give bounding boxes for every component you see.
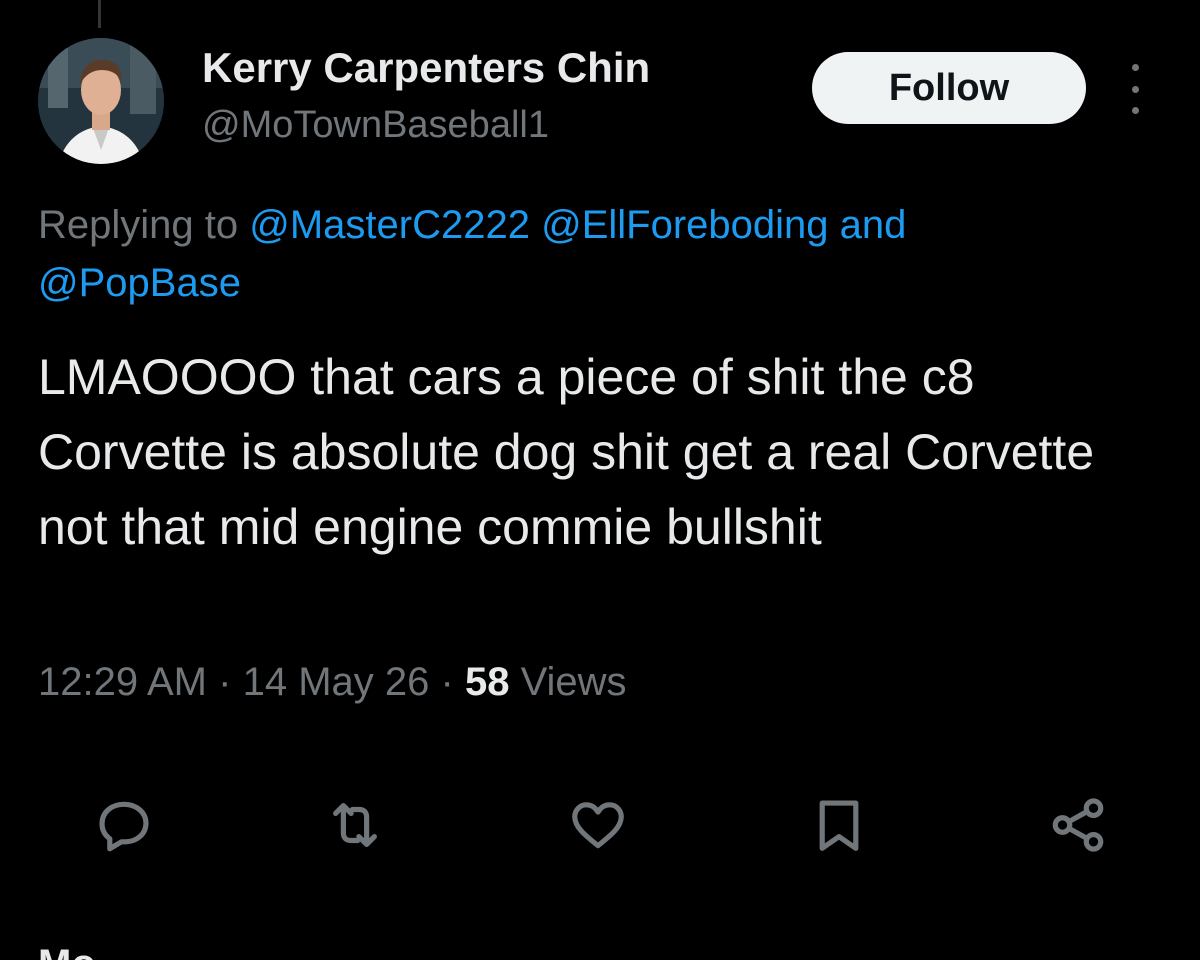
author-display-name[interactable]: Kerry Carpenters Chin [202, 44, 650, 92]
more-vertical-icon[interactable] [1120, 64, 1150, 114]
section-heading-partial: Mo... [38, 942, 129, 960]
tweet-time[interactable]: 12:29 AM [38, 660, 207, 704]
more-dot [1131, 107, 1139, 114]
tweet-meta: 12:29 AM · 14 May 26 · 58 Views [38, 660, 627, 705]
tweet-text: LMAOOOO that cars a piece of shit the c8… [38, 349, 1095, 555]
avatar-image [38, 38, 164, 164]
retweet-icon [333, 803, 377, 847]
more-dot [1131, 64, 1139, 71]
views-count: 58 [464, 660, 510, 704]
meta-separator: · [440, 660, 454, 704]
like-icon [572, 802, 624, 849]
share-icon [1052, 798, 1104, 852]
meta-separator: · [218, 660, 232, 704]
mention-link[interactable]: @EllForeboding [541, 203, 828, 247]
like-button[interactable] [563, 790, 633, 860]
author-handle[interactable]: @MoTownBaseball1 [202, 104, 549, 147]
replying-to-line: Replying to @MasterC2222 @EllForeboding … [38, 196, 1158, 312]
tweet-detail-page: Kerry Carpenters Chin @MoTownBaseball1 F… [0, 0, 1200, 960]
replying-to-label: Replying to [38, 203, 239, 247]
reply-icon [99, 801, 149, 852]
mention-conjunction[interactable]: and [840, 203, 907, 247]
mention-link[interactable]: @MasterC2222 [249, 203, 530, 247]
more-dot [1131, 85, 1139, 93]
reply-button[interactable] [89, 790, 159, 860]
retweet-button[interactable] [320, 790, 390, 860]
mention-link[interactable]: @PopBase [38, 261, 241, 305]
tweet-date[interactable]: 14 May 26 [243, 660, 430, 704]
views-label: Views [520, 660, 627, 704]
share-button[interactable] [1043, 790, 1113, 860]
thread-connector-line [98, 0, 101, 28]
bookmark-icon [819, 800, 859, 851]
profile-avatar[interactable] [38, 38, 164, 164]
bookmark-button[interactable] [804, 790, 874, 860]
follow-button[interactable]: Follow [812, 52, 1086, 124]
